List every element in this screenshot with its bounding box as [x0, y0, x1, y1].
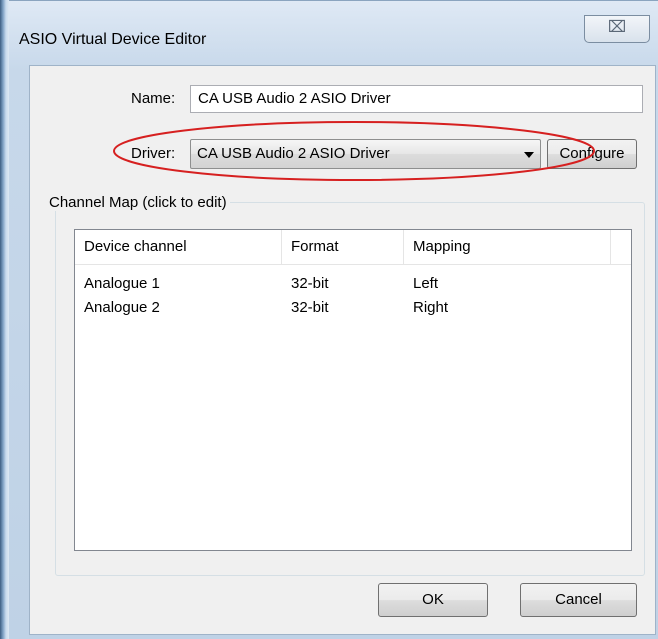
close-button[interactable]: ⌧ [584, 15, 650, 43]
configure-button[interactable]: Configure [547, 139, 637, 169]
close-icon: ⌧ [607, 19, 627, 36]
name-label: Name: [131, 90, 176, 107]
column-header-format[interactable]: Format [282, 230, 404, 264]
column-header-mapping[interactable]: Mapping [404, 230, 611, 264]
driver-dropdown-value: CA USB Audio 2 ASIO Driver [197, 145, 390, 162]
cell-format: 32-bit [291, 299, 329, 316]
cell-mapping: Right [413, 299, 449, 316]
chevron-down-icon [524, 152, 534, 158]
cancel-button[interactable]: Cancel [520, 583, 637, 617]
dialog-window: ASIO Virtual Device Editor ⌧ Name: CA US… [9, 0, 658, 639]
name-field[interactable]: CA USB Audio 2 ASIO Driver [190, 85, 643, 113]
list-header: Device channel Format Mapping [75, 230, 631, 265]
channel-map-list[interactable]: Device channel Format Mapping Analogue 1… [74, 229, 632, 551]
channel-map-title: Channel Map (click to edit) [47, 194, 230, 211]
cell-device-channel: Analogue 2 [84, 299, 160, 316]
cell-device-channel: Analogue 1 [84, 275, 160, 292]
column-header-device-channel[interactable]: Device channel [75, 230, 282, 264]
cell-mapping: Left [413, 275, 439, 292]
dialog-client-area: Name: CA USB Audio 2 ASIO Driver Driver:… [29, 65, 656, 635]
table-row[interactable]: Analogue 1 32-bit Left [75, 272, 631, 296]
background-window-edge [0, 0, 9, 639]
table-row[interactable]: Analogue 2 32-bit Right [75, 296, 631, 320]
ok-button[interactable]: OK [378, 583, 488, 617]
cell-format: 32-bit [291, 275, 329, 292]
window-title: ASIO Virtual Device Editor [19, 31, 207, 48]
driver-label: Driver: [131, 145, 176, 162]
driver-dropdown[interactable]: CA USB Audio 2 ASIO Driver [190, 139, 541, 169]
